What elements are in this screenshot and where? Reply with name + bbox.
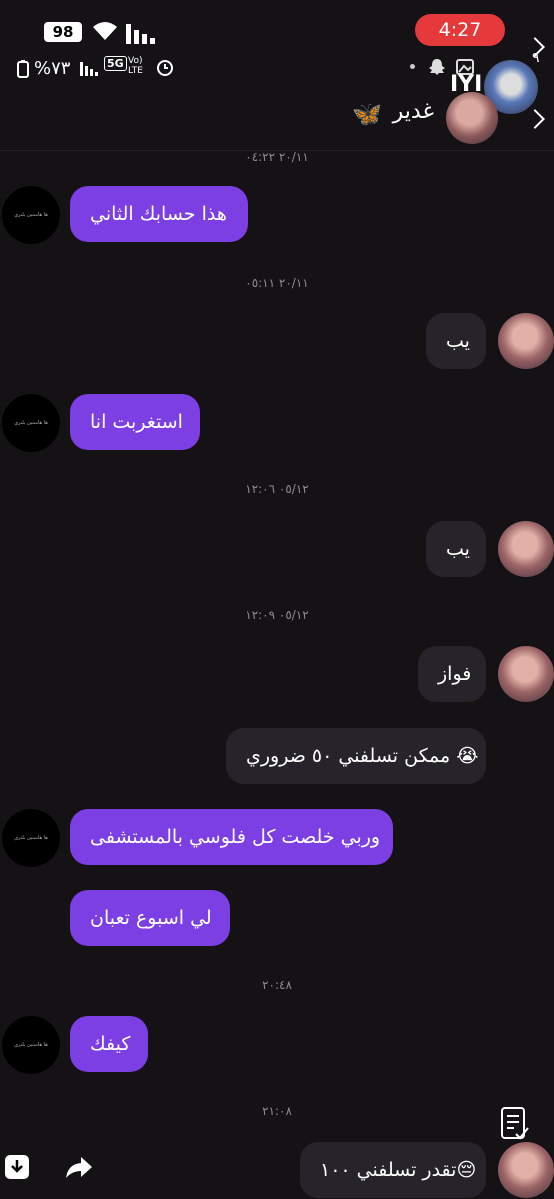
user-avatar bbox=[498, 521, 554, 577]
user-avatar bbox=[498, 1142, 554, 1198]
user-avatar bbox=[498, 646, 554, 702]
forward-icon[interactable] bbox=[64, 1154, 94, 1186]
battery-percent: %٧٣ bbox=[34, 58, 71, 79]
sender-avatar: ها هاستين بلتري bbox=[2, 394, 60, 452]
incoming-message[interactable]: لي اسبوع تعبان bbox=[70, 890, 230, 946]
incoming-message[interactable]: كيفك bbox=[70, 1016, 148, 1072]
sender-avatar: ها هاستين بلتري bbox=[2, 1016, 60, 1074]
timestamp: ٢٠:٤٨ bbox=[262, 978, 292, 992]
outgoing-message[interactable]: يب bbox=[426, 521, 486, 577]
alarm-icon bbox=[156, 58, 174, 80]
incoming-message[interactable]: استغربت انا bbox=[70, 394, 200, 450]
incoming-message[interactable]: هذا حسابك الثاني bbox=[70, 186, 248, 242]
network-type: 5G bbox=[104, 56, 127, 71]
chevron-right-icon[interactable] bbox=[525, 109, 545, 129]
timestamp: ٠٥/١٢ ١٢:٠٦ bbox=[245, 482, 309, 496]
contact-avatar[interactable] bbox=[446, 92, 498, 144]
butterfly-emoji: 🦋 bbox=[352, 100, 382, 128]
volte-indicator: Vo) LTE bbox=[128, 56, 143, 76]
signal-small-icon bbox=[80, 60, 100, 80]
user-avatar bbox=[498, 313, 554, 369]
timestamp: ٢١:٠٨ bbox=[262, 1104, 292, 1118]
timestamp: ٠٥/١٢ ١٢:٠٩ bbox=[245, 608, 309, 622]
battery-saver-icon bbox=[16, 60, 30, 82]
signal-icon bbox=[126, 22, 156, 48]
outgoing-message[interactable]: يب bbox=[426, 313, 486, 369]
download-icon[interactable] bbox=[4, 1154, 30, 1184]
timestamp: ٢٠/١١ ٠٤:٢٢ bbox=[245, 150, 309, 164]
outgoing-message[interactable]: فواز bbox=[418, 646, 486, 702]
story-count: ٩ bbox=[532, 50, 540, 66]
status-time: 4:27 bbox=[415, 14, 505, 46]
sender-avatar: ها هاستين بلتري bbox=[2, 186, 60, 244]
snapchat-icon bbox=[428, 58, 446, 80]
incoming-message[interactable]: وربي خلصت كل فلوسي بالمستشفى bbox=[70, 809, 393, 865]
sender-avatar: ها هاستين بلتري bbox=[2, 809, 60, 867]
dot-indicator bbox=[410, 64, 415, 69]
wifi-icon bbox=[92, 20, 118, 46]
battery-level: 98 bbox=[44, 22, 82, 42]
outgoing-message[interactable]: تقدر تسلفني ١٠٠😔 bbox=[300, 1142, 486, 1198]
contact-name[interactable]: غدير bbox=[393, 99, 434, 124]
outgoing-message[interactable]: ممكن تسلفني ٥٠ ضروري 😭 bbox=[226, 728, 486, 784]
timestamp: ٢٠/١١ ٠٥:١١ bbox=[245, 276, 309, 290]
note-check-icon[interactable] bbox=[500, 1106, 530, 1146]
